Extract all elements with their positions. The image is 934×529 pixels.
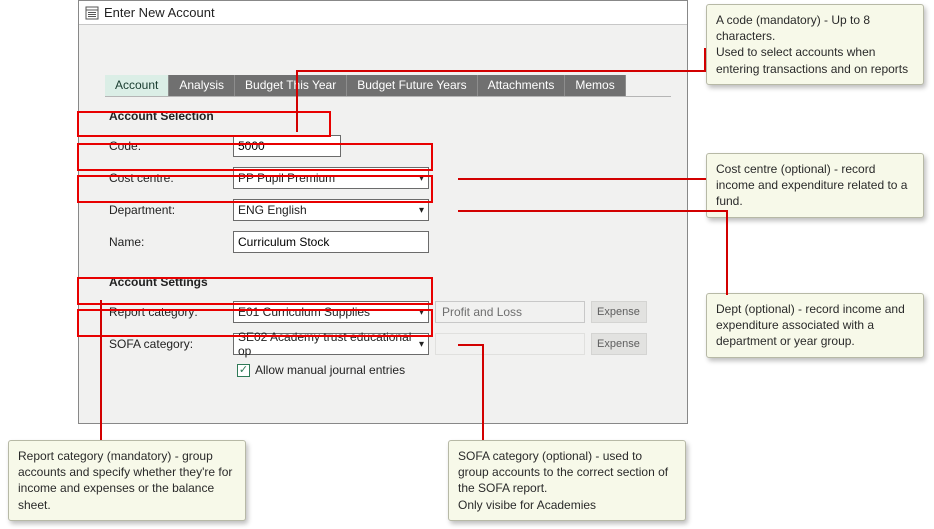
- chevron-down-icon: ▾: [419, 339, 424, 350]
- report-category-value: E01 Curriculum Supplies: [238, 305, 370, 319]
- callout-code: A code (mandatory) - Up to 8 characters.…: [706, 4, 924, 85]
- name-input[interactable]: [233, 231, 429, 253]
- report-side-tag: Expense: [591, 301, 647, 323]
- code-label: Code:: [105, 139, 233, 153]
- callout-cost-centre: Cost centre (optional) - record income a…: [706, 153, 924, 218]
- sofa-type-readonly: [435, 333, 585, 355]
- callout-sofa-category: SOFA category (optional) - used to group…: [448, 440, 686, 521]
- allow-manual-checkbox[interactable]: ✓: [237, 364, 250, 377]
- report-type-readonly: Profit and Loss: [435, 301, 585, 323]
- report-category-select[interactable]: E01 Curriculum Supplies ▾: [233, 301, 429, 323]
- report-category-label: Report category:: [105, 305, 233, 319]
- department-value: ENG English: [238, 203, 307, 217]
- callout-department: Dept (optional) - record income and expe…: [706, 293, 924, 358]
- leader: [726, 210, 728, 295]
- form-icon: [85, 6, 99, 20]
- dialog-body: Account Analysis Budget This Year Budget…: [79, 25, 687, 423]
- chevron-down-icon: ▾: [419, 307, 424, 318]
- tab-attachments[interactable]: Attachments: [478, 75, 566, 96]
- department-select[interactable]: ENG English ▾: [233, 199, 429, 221]
- tab-budget-this-year[interactable]: Budget This Year: [235, 75, 347, 96]
- enter-new-account-dialog: Enter New Account Account Analysis Budge…: [78, 0, 688, 424]
- department-label: Department:: [105, 203, 233, 217]
- account-selection-heading: Account Selection: [109, 109, 671, 123]
- name-label: Name:: [105, 235, 233, 249]
- chevron-down-icon: ▾: [419, 173, 424, 184]
- allow-manual-row: ✓ Allow manual journal entries: [237, 363, 671, 377]
- check-icon: ✓: [239, 365, 248, 376]
- sofa-category-label: SOFA category:: [105, 337, 233, 351]
- tab-memos[interactable]: Memos: [565, 75, 625, 96]
- cost-centre-value: PP Pupil Premium: [238, 171, 335, 185]
- allow-manual-label: Allow manual journal entries: [255, 363, 405, 377]
- tab-budget-future-years[interactable]: Budget Future Years: [347, 75, 477, 96]
- account-tabs: Account Analysis Budget This Year Budget…: [105, 75, 671, 97]
- sofa-side-tag: Expense: [591, 333, 647, 355]
- cost-centre-label: Cost centre:: [105, 171, 233, 185]
- window-title: Enter New Account: [104, 5, 215, 20]
- code-input[interactable]: [233, 135, 341, 157]
- chevron-down-icon: ▾: [419, 205, 424, 216]
- tab-analysis[interactable]: Analysis: [169, 75, 235, 96]
- cost-centre-select[interactable]: PP Pupil Premium ▾: [233, 167, 429, 189]
- sofa-category-select[interactable]: SE02 Academy trust educational op ▾: [233, 333, 429, 355]
- titlebar: Enter New Account: [79, 1, 687, 25]
- tab-account[interactable]: Account: [105, 75, 169, 96]
- sofa-category-value: SE02 Academy trust educational op: [238, 330, 415, 358]
- account-settings-heading: Account Settings: [109, 275, 671, 289]
- callout-report-category: Report category (mandatory) - group acco…: [8, 440, 246, 521]
